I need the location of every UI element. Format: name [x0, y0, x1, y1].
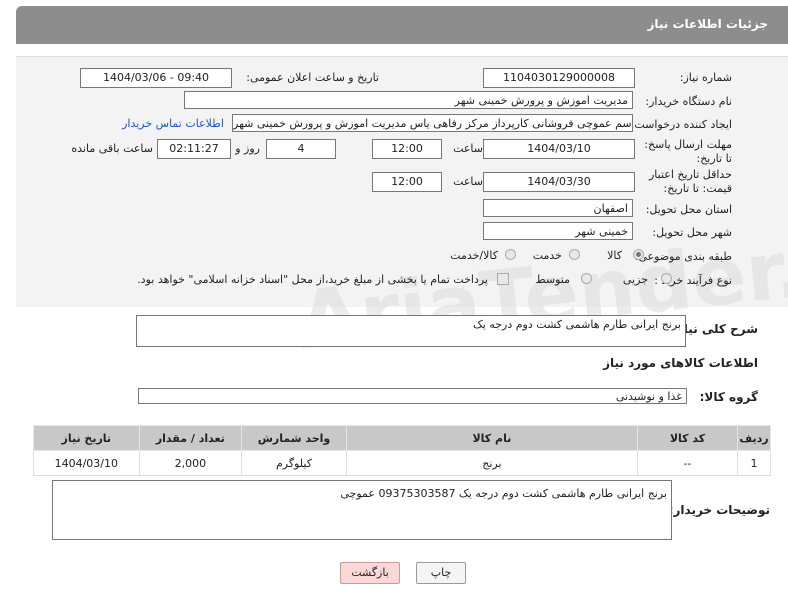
- requester-field: ابوالقاسم عموچی فروشانی کارپرداز مرکز رف…: [232, 114, 633, 132]
- category-goods-label: کالا: [607, 249, 622, 262]
- col-header-item-name: نام کالا: [345, 425, 638, 451]
- category-goods-service-radio[interactable]: [505, 249, 516, 260]
- province-label: استان محل تحویل:: [645, 203, 732, 216]
- table-row: 1 -- برنج کیلوگرم 2,000 1404/03/10: [33, 450, 771, 476]
- days-field: 4: [266, 139, 336, 159]
- buyer-contact-link[interactable]: اطلاعات تماس خریدار: [122, 117, 224, 130]
- col-header-quantity: تعداد / مقدار: [138, 425, 243, 451]
- process-minor-radio[interactable]: [661, 273, 672, 284]
- col-header-need-date: تاریخ نیاز: [33, 425, 140, 451]
- reply-deadline-label: مهلت ارسال پاسخ: تا تاریخ:: [644, 138, 732, 165]
- general-desc-field: برنج ایرانی طارم هاشمی کشت دوم درجه یک: [136, 315, 686, 347]
- category-goods-radio[interactable]: [633, 249, 644, 260]
- announce-datetime-label: تاریخ و ساعت اعلان عمومی:: [246, 71, 379, 84]
- page-header: جزئیات اطلاعات نیاز: [16, 6, 788, 44]
- col-header-item-code: کد کالا: [636, 425, 739, 451]
- treasury-payment-checkbox[interactable]: [497, 273, 509, 285]
- category-label: طبقه بندی موضوعی:: [634, 250, 732, 263]
- buyer-notes-label: توضیحات خریدار:: [668, 503, 770, 517]
- buyer-org-label: نام دستگاه خریدار:: [645, 95, 732, 108]
- price-time-field: 12:00: [372, 172, 442, 192]
- page-title: جزئیات اطلاعات نیاز: [647, 17, 768, 31]
- requester-label: ایجاد کننده درخواست:: [630, 118, 732, 131]
- col-header-row-number: ردیف: [737, 425, 771, 451]
- reply-date-field: 1404/03/10: [483, 139, 635, 159]
- province-field: اصفهان: [483, 199, 633, 217]
- cell-quantity: 2,000: [138, 450, 243, 476]
- process-minor-label: جزیی: [622, 273, 648, 286]
- payment-note: پرداخت تمام یا بخشی از مبلغ خرید،از محل …: [137, 273, 488, 286]
- reply-hour-label: ساعت: [453, 142, 483, 155]
- cell-row-number: 1: [737, 450, 771, 476]
- price-deadline-label: حداقل تاریخ اعتبار قیمت: تا تاریخ:: [648, 168, 732, 195]
- cell-need-date: 1404/03/10: [33, 450, 140, 476]
- category-service-radio[interactable]: [569, 249, 580, 260]
- print-button[interactable]: چاپ: [416, 562, 466, 584]
- buyer-notes-field: برنج ایرانی طارم هاشمی کشت دوم درجه یک 0…: [52, 480, 672, 540]
- cell-unit: کیلوگرم: [241, 450, 347, 476]
- need-number-label: شماره نیاز:: [679, 71, 732, 84]
- back-button[interactable]: بازگشت: [340, 562, 400, 584]
- goods-group-field: غذا و نوشیدنی: [138, 388, 687, 404]
- process-medium-radio[interactable]: [581, 273, 592, 284]
- cell-item-name: برنج: [345, 450, 638, 476]
- process-medium-label: متوسط: [535, 273, 570, 286]
- announce-datetime-field: 1404/03/06 - 09:40: [80, 68, 232, 88]
- need-number-field: 1104030129000008: [483, 68, 635, 88]
- goods-group-label: گروه کالا:: [699, 390, 758, 404]
- city-field: خمینی شهر: [483, 222, 633, 240]
- city-label: شهر محل تحویل:: [652, 226, 732, 239]
- category-goods-service-label: کالا/خدمت: [450, 249, 498, 262]
- category-service-label: خدمت: [532, 249, 562, 262]
- day-and-label: روز و: [235, 142, 260, 155]
- price-hour-label: ساعت: [453, 175, 483, 188]
- goods-info-heading: اطلاعات کالاهای مورد نیاز: [603, 356, 758, 370]
- price-date-field: 1404/03/30: [483, 172, 635, 192]
- remaining-time-field: 02:11:27: [157, 139, 231, 159]
- buyer-org-field: مدیریت اموزش و پرورش خمینی شهر: [184, 91, 633, 109]
- remaining-label: ساعت باقی مانده: [71, 142, 153, 155]
- goods-table: ردیف کد کالا نام کالا واحد شمارش تعداد /…: [33, 425, 771, 476]
- cell-item-code: --: [636, 450, 739, 476]
- reply-time-field: 12:00: [372, 139, 442, 159]
- col-header-unit: واحد شمارش: [241, 425, 347, 451]
